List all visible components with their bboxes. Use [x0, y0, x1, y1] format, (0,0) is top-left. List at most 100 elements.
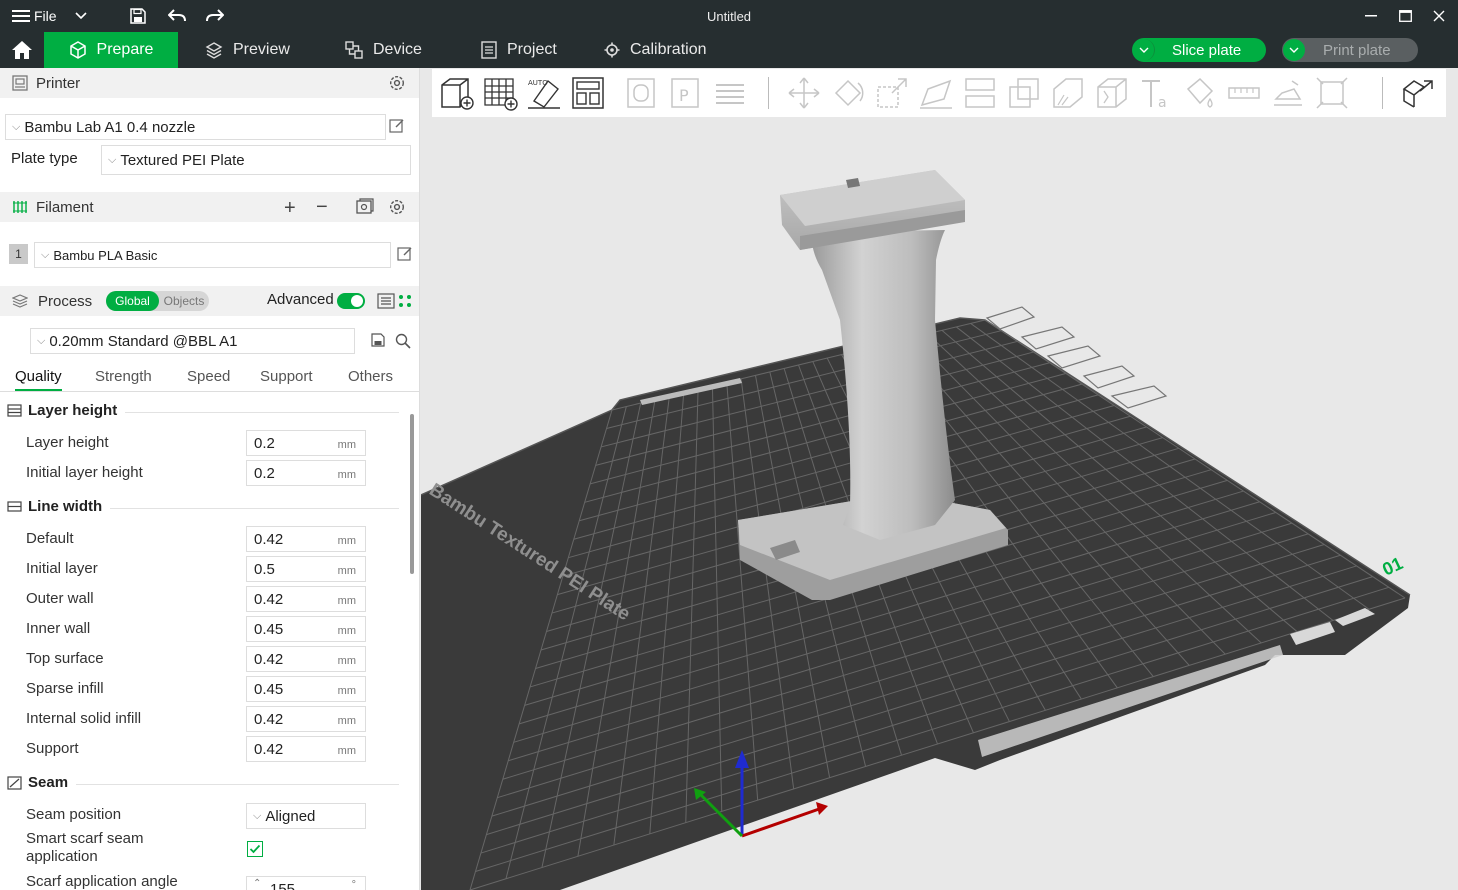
rotate-icon[interactable]	[830, 75, 866, 111]
build-plate-scene[interactable]: Bambu Textured PEI Plate 01	[421, 68, 1458, 890]
line-width-support-label: Support	[26, 740, 79, 757]
minimize-icon[interactable]	[1356, 0, 1386, 32]
tab-project[interactable]: Project	[481, 32, 557, 68]
scarf-angle-input[interactable]: ⌃ 155 °	[246, 876, 366, 890]
arrange-icon[interactable]	[570, 75, 606, 111]
chevron-down-icon[interactable]	[1283, 39, 1305, 61]
split-objects-icon[interactable]	[624, 75, 660, 111]
lay-on-face-icon[interactable]	[918, 75, 954, 111]
tab-prepare-label: Prepare	[96, 41, 154, 58]
process-preset-select[interactable]: ⌵ 0.20mm Standard @BBL A1	[30, 328, 355, 354]
plate-type-select[interactable]: ⌵ Textured PEI Plate	[101, 145, 411, 175]
checkmark-icon	[249, 844, 261, 854]
filament-section-label: Filament	[36, 198, 94, 216]
initial-layer-height-input[interactable]: 0.2 mm	[246, 460, 366, 486]
boolean-icon[interactable]	[1006, 75, 1042, 111]
tab-support[interactable]: Support	[260, 368, 313, 385]
svg-text:a: a	[1158, 95, 1167, 111]
tab-strength[interactable]: Strength	[95, 368, 152, 385]
line-width-default-input[interactable]: 0.42 mm	[246, 526, 366, 552]
list-icon[interactable]	[377, 293, 395, 309]
tab-speed[interactable]: Speed	[187, 368, 230, 385]
file-menu-label: File	[34, 8, 57, 24]
process-preset-value: 0.20mm Standard @BBL A1	[49, 332, 238, 350]
add-object-icon[interactable]	[438, 75, 474, 111]
printer-select[interactable]: ⌵ Bambu Lab A1 0.4 nozzle	[5, 114, 386, 140]
chevron-down-icon[interactable]	[70, 0, 92, 32]
process-layers-icon	[12, 294, 28, 308]
filament-slot-badge[interactable]: 1	[9, 244, 28, 264]
edit-icon[interactable]	[389, 118, 405, 134]
layers-list-icon[interactable]	[712, 75, 748, 111]
slice-plate-label: Slice plate	[1172, 41, 1242, 59]
tab-preview[interactable]: Preview	[205, 32, 290, 68]
assembly-icon[interactable]	[1270, 75, 1306, 111]
seam-paint-icon[interactable]	[1094, 75, 1130, 111]
sync-filament-icon[interactable]	[356, 198, 374, 216]
global-objects-toggle[interactable]: Global Objects	[106, 291, 209, 311]
gear-icon[interactable]	[388, 74, 406, 92]
printer-icon	[12, 75, 28, 91]
chevron-down-icon[interactable]	[1133, 39, 1155, 61]
maximize-icon[interactable]	[1390, 0, 1420, 32]
line-width-group-label: Line width	[28, 498, 103, 515]
line-width-support-input[interactable]: 0.42 mm	[246, 736, 366, 762]
compare-icon[interactable]	[398, 294, 412, 308]
search-icon[interactable]	[395, 333, 411, 349]
tab-calibration[interactable]: Calibration	[604, 32, 706, 68]
redo-icon[interactable]	[204, 0, 226, 32]
undo-icon[interactable]	[166, 0, 188, 32]
line-width-top-surface-input[interactable]: 0.42 mm	[246, 646, 366, 672]
toggle-objects[interactable]: Objects	[159, 291, 209, 311]
tab-quality[interactable]: Quality	[15, 368, 62, 391]
measure-icon[interactable]	[1226, 75, 1262, 111]
line-width-sparse-infill-input[interactable]: 0.45 mm	[246, 676, 366, 702]
save-icon[interactable]	[127, 0, 149, 32]
auto-orient-icon[interactable]: AUTO	[526, 75, 562, 111]
save-icon[interactable]	[371, 333, 385, 347]
remove-filament-icon[interactable]: −	[316, 196, 328, 219]
move-icon[interactable]	[786, 75, 822, 111]
print-plate-button[interactable]: Print plate	[1282, 38, 1418, 62]
file-menu-button[interactable]: File	[12, 0, 74, 32]
device-icon	[345, 41, 363, 59]
toggle-global[interactable]: Global	[106, 291, 159, 311]
seam-position-select[interactable]: ⌵ Aligned	[246, 803, 366, 829]
tab-device[interactable]: Device	[345, 32, 422, 68]
edit-icon[interactable]	[397, 246, 413, 262]
add-filament-icon[interactable]: +	[284, 197, 296, 220]
sidebar-scrollbar[interactable]	[410, 414, 414, 574]
gear-icon[interactable]	[388, 198, 406, 216]
seam-icon	[7, 775, 22, 790]
tab-project-label: Project	[507, 41, 557, 58]
cube-icon	[69, 41, 87, 59]
color-paint-icon[interactable]	[1182, 75, 1218, 111]
layer-height-input[interactable]: 0.2 mm	[246, 430, 366, 456]
line-width-inner-wall-input[interactable]: 0.45 mm	[246, 616, 366, 642]
close-icon[interactable]	[1424, 0, 1454, 32]
scale-icon[interactable]	[874, 75, 910, 111]
smart-scarf-checkbox[interactable]	[247, 841, 263, 857]
filament-select[interactable]: ⌵ Bambu PLA Basic	[34, 242, 391, 268]
line-width-outer-wall-input[interactable]: 0.42 mm	[246, 586, 366, 612]
text-tool-icon[interactable]: a	[1138, 75, 1174, 111]
home-icon	[11, 40, 33, 60]
line-width-initial-layer-label: Initial layer	[26, 560, 98, 577]
cut-icon[interactable]	[962, 75, 998, 111]
3d-viewport[interactable]: Bambu Textured PEI Plate 01	[421, 68, 1458, 890]
support-paint-icon[interactable]	[1050, 75, 1086, 111]
fit-view-icon[interactable]	[1314, 75, 1350, 111]
split-parts-icon[interactable]: P	[668, 75, 704, 111]
line-width-sparse-infill-label: Sparse infill	[26, 680, 104, 697]
tab-others[interactable]: Others	[348, 368, 393, 385]
slice-plate-button[interactable]: Slice plate	[1132, 38, 1266, 62]
line-width-internal-solid-infill-input[interactable]: 0.42 mm	[246, 706, 366, 732]
advanced-switch[interactable]	[337, 293, 365, 309]
canvas-toolbar: AUTO P a	[432, 69, 1446, 117]
explode-view-icon[interactable]	[1400, 75, 1436, 111]
home-button[interactable]	[0, 32, 44, 68]
add-plate-icon[interactable]	[482, 75, 518, 111]
main-nav-bar: Prepare Preview Device Project Calibrati…	[0, 32, 1458, 68]
line-width-initial-layer-input[interactable]: 0.5 mm	[246, 556, 366, 582]
tab-prepare[interactable]: Prepare	[44, 32, 178, 68]
